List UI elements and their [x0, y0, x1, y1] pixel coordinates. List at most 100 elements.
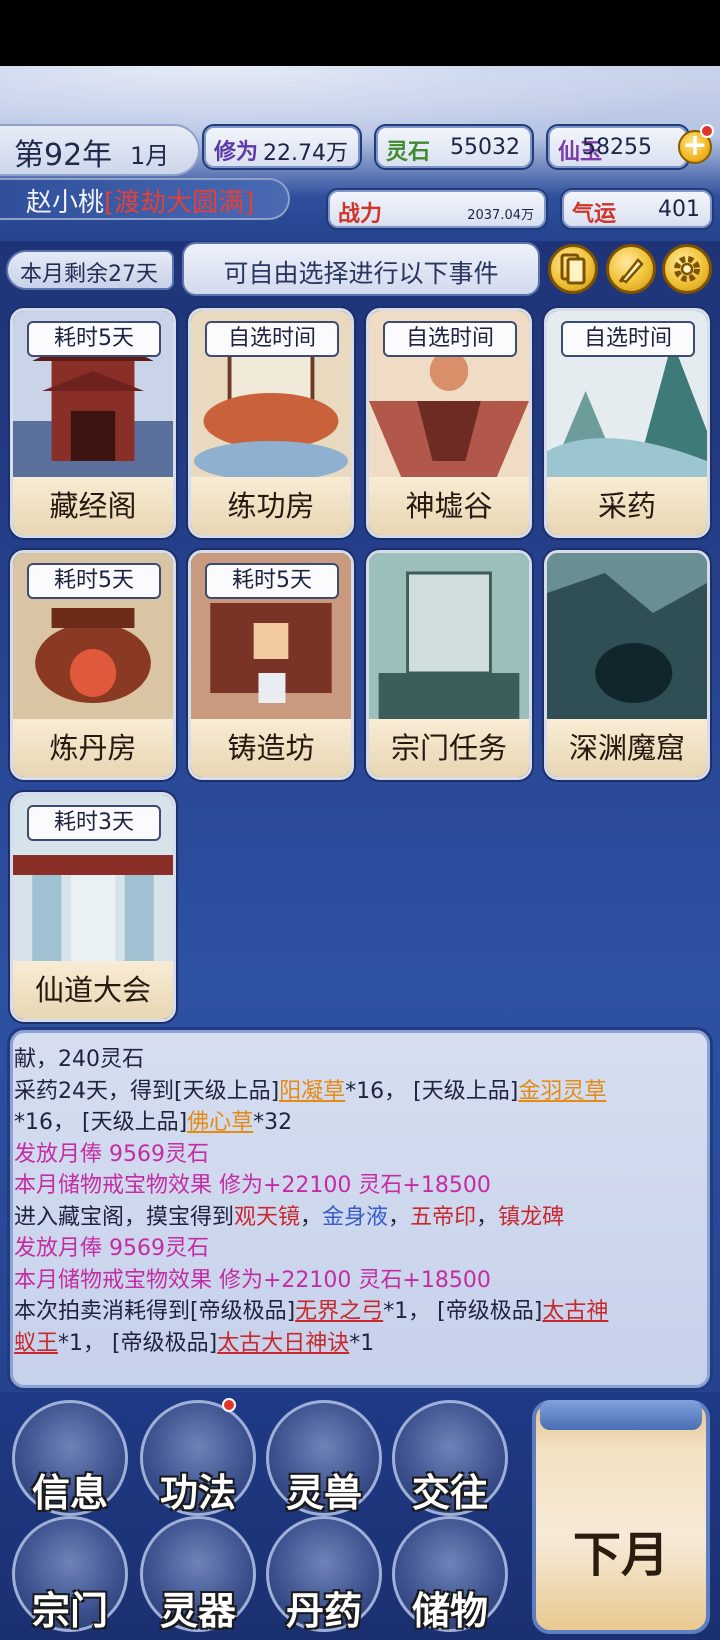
- event-card-library[interactable]: 耗时5天 藏经阁: [10, 308, 176, 538]
- log-text: ，: [300, 1204, 323, 1230]
- spirit-stone-pill: 灵石 55032: [376, 126, 532, 168]
- fortune-pill: 气运 401: [562, 190, 712, 228]
- log-line: *16， [天级上品]佛心草*32: [14, 1107, 686, 1139]
- pills-label: 丹药: [285, 1588, 362, 1633]
- event-time-tag: 耗时5天: [205, 563, 339, 599]
- cultivation-value: 22.74万: [263, 141, 348, 166]
- item-link[interactable]: 太古大日神诀: [217, 1331, 349, 1356]
- power-pill: 战力 2037.04万: [328, 190, 546, 228]
- treasure-name: 五帝印: [410, 1204, 477, 1230]
- brush-icon: [618, 258, 644, 284]
- log-text: *32: [253, 1110, 293, 1135]
- event-card-forge[interactable]: 耗时5天 铸造坊: [188, 550, 354, 780]
- log-text: 采药24天，得到[天级上品]: [14, 1078, 280, 1104]
- log-text: *1: [349, 1330, 375, 1356]
- event-name: 练功房: [227, 489, 315, 523]
- event-name: 仙道大会: [34, 973, 151, 1007]
- cultivation-pill: 修为 22.74万: [204, 126, 360, 168]
- abyss-cave-artwork: [547, 553, 707, 725]
- event-time-tag: 耗时5天: [27, 563, 161, 599]
- event-time-tag: 耗时3天: [27, 805, 161, 841]
- log-line: 本次拍卖消耗得到[帝级极品]无界之弓*1， [帝级极品]太古神: [14, 1296, 686, 1328]
- info-label: 信息: [31, 1470, 108, 1515]
- log-line: 本月储物戒宝物效果 修为+22100 灵石+18500: [14, 1173, 491, 1198]
- log-line: 本月储物戒宝物效果 修为+22100 灵石+18500: [14, 1267, 491, 1293]
- log-line: 发放月俸 9569灵石: [14, 1141, 209, 1167]
- log-line: 采药24天，得到[天级上品]阳凝草*16， [天级上品]金羽灵草: [14, 1076, 686, 1108]
- log-line: 蚁王*1， [帝级极品]太古大日神诀*1: [14, 1328, 686, 1360]
- event-card-training-room[interactable]: 自选时间 练功房: [188, 308, 354, 538]
- notification-dot: [700, 124, 714, 138]
- player-realm: [渡劫大圆满]: [104, 188, 255, 218]
- event-prompt: 可自由选择进行以下事件: [223, 259, 499, 288]
- storage-label: 储物: [411, 1588, 488, 1633]
- year-label: 第92年: [14, 138, 113, 173]
- treasure-name: 金身液: [322, 1204, 389, 1230]
- event-time-tag: 自选时间: [561, 321, 695, 357]
- event-name: 宗门任务: [390, 731, 507, 765]
- fortune-value: 401: [658, 197, 700, 222]
- event-time-tag: 自选时间: [383, 321, 517, 357]
- player-name-line[interactable]: 赵小桃[渡劫大圆满]: [26, 182, 254, 219]
- log-text: ，: [388, 1204, 411, 1230]
- item-link[interactable]: 无界之弓: [295, 1299, 383, 1324]
- scroll-top-decoration: [540, 1400, 702, 1430]
- event-card-alchemy-room[interactable]: 耗时5天 炼丹房: [10, 550, 176, 780]
- log-text: 进入藏宝阁，摸宝得到: [14, 1204, 235, 1230]
- event-name: 采药: [597, 489, 656, 523]
- event-log-text: 献，240灵石 采药24天，得到[天级上品]阳凝草*16， [天级上品]金羽灵草…: [14, 1044, 686, 1359]
- item-link[interactable]: 阳凝草: [279, 1079, 345, 1104]
- spirit-beast-label: 灵兽: [285, 1470, 362, 1515]
- log-text: *1， [帝级极品]: [58, 1330, 218, 1356]
- event-card-immortal-conference[interactable]: 耗时3天 仙道大会: [10, 792, 176, 1022]
- month-label: 1月: [130, 142, 170, 170]
- event-name: 深渊魔窟: [568, 731, 685, 765]
- event-name: 藏经阁: [49, 489, 137, 523]
- item-link[interactable]: 金羽灵草: [518, 1079, 606, 1104]
- social-label: 交往: [411, 1470, 488, 1515]
- event-time-tag: 自选时间: [205, 321, 339, 357]
- event-name: 炼丹房: [49, 731, 137, 765]
- power-value: 2037.04万: [467, 208, 534, 223]
- item-link[interactable]: 太古神: [542, 1299, 608, 1324]
- spirit-stone-label: 灵石: [386, 139, 431, 165]
- event-card-divine-valley[interactable]: 自选时间 神墟谷: [366, 308, 532, 538]
- jade-value: 58255: [582, 135, 652, 160]
- gear-icon: [674, 256, 700, 282]
- jade-pill: 仙玉 58255: [548, 126, 688, 168]
- event-time-tag: 耗时5天: [27, 321, 161, 357]
- treasure-name: 观天镜: [234, 1204, 301, 1230]
- status-bar: [0, 0, 720, 66]
- log-text: ，: [476, 1204, 499, 1230]
- event-card-abyss-cave[interactable]: 深渊魔窟: [544, 550, 710, 780]
- sect-mission-artwork: [369, 553, 529, 725]
- player-name: 赵小桃: [26, 188, 105, 218]
- treasure-name: 镇龙碑: [498, 1204, 565, 1230]
- notification-dot: [222, 1398, 236, 1412]
- spirit-stone-value: 55032: [450, 135, 520, 160]
- brush-button[interactable]: [606, 244, 656, 294]
- sect-label: 宗门: [31, 1588, 108, 1633]
- log-text: *1， [帝级极品]: [383, 1299, 543, 1324]
- next-month-label: 下月: [572, 1527, 669, 1583]
- item-link[interactable]: 佛心草: [187, 1110, 253, 1135]
- days-left-label: 本月剩余27天: [20, 262, 158, 287]
- artifact-label: 灵器: [159, 1588, 236, 1633]
- item-link[interactable]: 蚁王: [14, 1331, 58, 1356]
- event-name: 神墟谷: [405, 489, 493, 523]
- log-text: *16， [天级上品]: [14, 1110, 188, 1135]
- settings-button[interactable]: [662, 244, 712, 294]
- event-name: 铸造坊: [227, 731, 315, 765]
- log-line: 进入藏宝阁，摸宝得到观天镜，金身液，五帝印，镇龙碑: [14, 1202, 686, 1234]
- log-line: 献，240灵石: [14, 1047, 144, 1072]
- log-text: *16， [天级上品]: [345, 1078, 519, 1104]
- techniques-label: 功法: [159, 1470, 236, 1515]
- game-screen: 第92年 1月 修为 22.74万 灵石 55032 仙玉 58255 + 赵小…: [0, 0, 720, 1640]
- cards-button[interactable]: [548, 244, 598, 294]
- event-card-gather-herbs[interactable]: 自选时间 采药: [544, 308, 710, 538]
- cultivation-label: 修为: [214, 139, 259, 165]
- fortune-label: 气运: [572, 201, 617, 227]
- power-label: 战力: [338, 201, 383, 227]
- log-line: 发放月俸 9569灵石: [14, 1236, 209, 1261]
- event-card-sect-mission[interactable]: 宗门任务: [366, 550, 532, 780]
